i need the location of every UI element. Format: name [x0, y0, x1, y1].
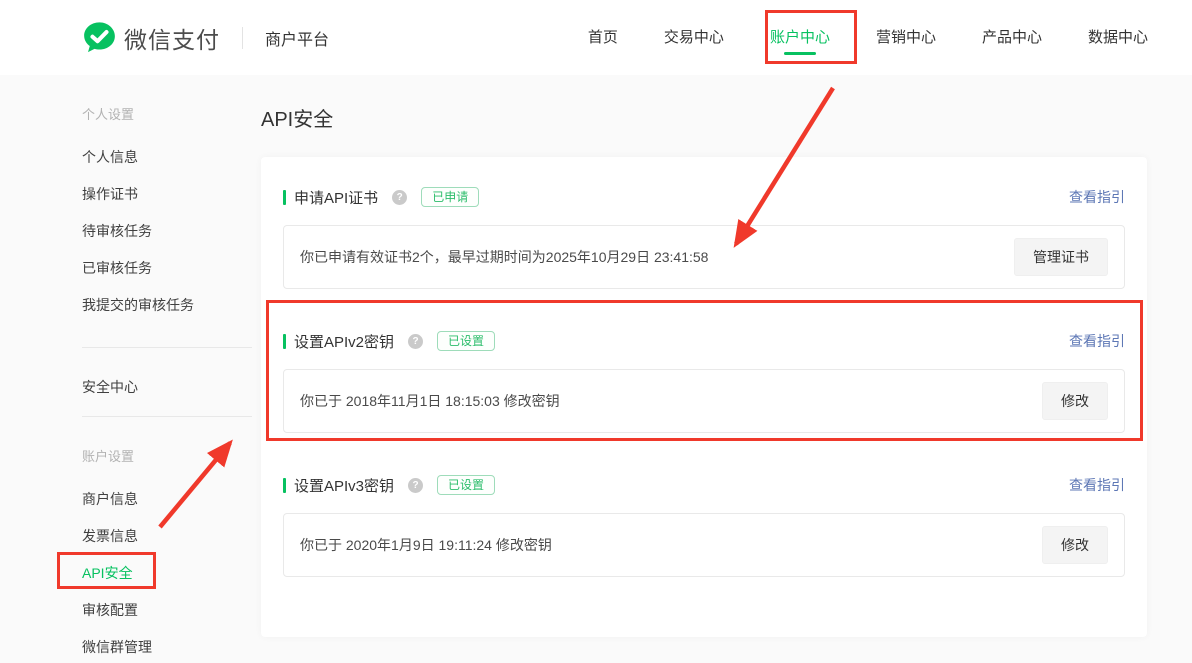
api-security-card: 申请API证书 ? 已申请 查看指引 你已申请有效证书2个，最早过期时间为202…	[261, 157, 1147, 637]
sidebar: 个人设置 个人信息 操作证书 待审核任务 已审核任务 我提交的审核任务 安全中心…	[0, 75, 261, 663]
section-title-api-certificate: 申请API证书	[294, 187, 378, 208]
help-icon[interactable]: ?	[408, 478, 423, 493]
nav-item-home[interactable]: 首页	[588, 0, 618, 75]
section-api-certificate: 申请API证书 ? 已申请 查看指引 你已申请有效证书2个，最早过期时间为202…	[283, 187, 1125, 289]
status-badge-set-v2: 已设置	[437, 331, 495, 351]
sidebar-item-operation-certificate[interactable]: 操作证书	[82, 175, 261, 212]
brand[interactable]: 微信支付	[82, 20, 220, 55]
sidebar-item-review-config[interactable]: 审核配置	[82, 591, 261, 628]
main-nav: 首页 交易中心 账户中心 营销中心 产品中心 数据中心	[588, 0, 1148, 75]
section-title-apiv2-key: 设置APIv2密钥	[294, 331, 394, 352]
sidebar-item-merchant-info[interactable]: 商户信息	[82, 480, 261, 517]
apiv3-info-text: 你已于 2020年1月9日 19:11:24 修改密钥	[300, 535, 552, 555]
sidebar-item-personal-info[interactable]: 个人信息	[82, 138, 261, 175]
manage-certificate-button[interactable]: 管理证书	[1014, 238, 1108, 276]
sidebar-item-security-center[interactable]: 安全中心	[82, 368, 261, 405]
status-badge-applied: 已申请	[421, 187, 479, 207]
top-header: 微信支付 商户平台 首页 交易中心 账户中心 营销中心 产品中心 数据中心	[0, 0, 1192, 75]
certificate-info-text: 你已申请有效证书2个，最早过期时间为2025年10月29日 23:41:58	[300, 247, 708, 267]
content-area: 个人设置 个人信息 操作证书 待审核任务 已审核任务 我提交的审核任务 安全中心…	[0, 75, 1192, 663]
nav-item-transaction-center[interactable]: 交易中心	[664, 0, 724, 75]
section-accent-bar	[283, 334, 286, 349]
certificate-info-panel: 你已申请有效证书2个，最早过期时间为2025年10月29日 23:41:58 管…	[283, 225, 1125, 289]
section-accent-bar	[283, 190, 286, 205]
help-icon[interactable]: ?	[408, 334, 423, 349]
main-panel: API安全 申请API证书 ? 已申请 查看指引 你已申请有效证书2个，最早过期…	[261, 75, 1192, 663]
brand-name: 微信支付	[124, 21, 220, 55]
nav-item-data-center[interactable]: 数据中心	[1088, 0, 1148, 75]
apiv3-info-panel: 你已于 2020年1月9日 19:11:24 修改密钥 修改	[283, 513, 1125, 577]
wechat-pay-logo-icon	[82, 20, 117, 55]
nav-item-marketing-center[interactable]: 营销中心	[876, 0, 936, 75]
status-badge-set-v3: 已设置	[437, 475, 495, 495]
section-accent-bar	[283, 478, 286, 493]
view-guide-link-certificate[interactable]: 查看指引	[1069, 187, 1125, 207]
sidebar-group-account-settings: 账户设置	[82, 437, 261, 474]
modify-apiv3-key-button[interactable]: 修改	[1042, 526, 1108, 564]
section-title-apiv3-key: 设置APIv3密钥	[294, 475, 394, 496]
portal-name: 商户平台	[265, 26, 329, 50]
apiv2-info-panel: 你已于 2018年11月1日 18:15:03 修改密钥 修改	[283, 369, 1125, 433]
view-guide-link-apiv2[interactable]: 查看指引	[1069, 331, 1125, 351]
nav-item-product-center[interactable]: 产品中心	[982, 0, 1042, 75]
help-icon[interactable]: ?	[392, 190, 407, 205]
sidebar-item-pending-review-tasks[interactable]: 待审核任务	[82, 212, 261, 249]
sidebar-item-reviewed-tasks[interactable]: 已审核任务	[82, 249, 261, 286]
nav-item-account-center[interactable]: 账户中心	[770, 0, 830, 75]
section-apiv2-key: 设置APIv2密钥 ? 已设置 查看指引 你已于 2018年11月1日 18:1…	[283, 331, 1125, 433]
sidebar-item-invoice-info[interactable]: 发票信息	[82, 517, 261, 554]
apiv2-info-text: 你已于 2018年11月1日 18:15:03 修改密钥	[300, 391, 560, 411]
sidebar-group-personal-settings: 个人设置	[82, 95, 261, 132]
sidebar-divider	[82, 347, 252, 348]
page-title: API安全	[261, 103, 1147, 132]
view-guide-link-apiv3[interactable]: 查看指引	[1069, 475, 1125, 495]
sidebar-item-wechat-group-management[interactable]: 微信群管理	[82, 628, 261, 663]
section-apiv3-key: 设置APIv3密钥 ? 已设置 查看指引 你已于 2020年1月9日 19:11…	[283, 475, 1125, 577]
sidebar-divider	[82, 416, 252, 417]
modify-apiv2-key-button[interactable]: 修改	[1042, 382, 1108, 420]
sidebar-item-api-security[interactable]: API安全	[82, 554, 261, 591]
header-divider	[242, 27, 243, 49]
sidebar-item-my-submitted-review-tasks[interactable]: 我提交的审核任务	[82, 286, 261, 323]
